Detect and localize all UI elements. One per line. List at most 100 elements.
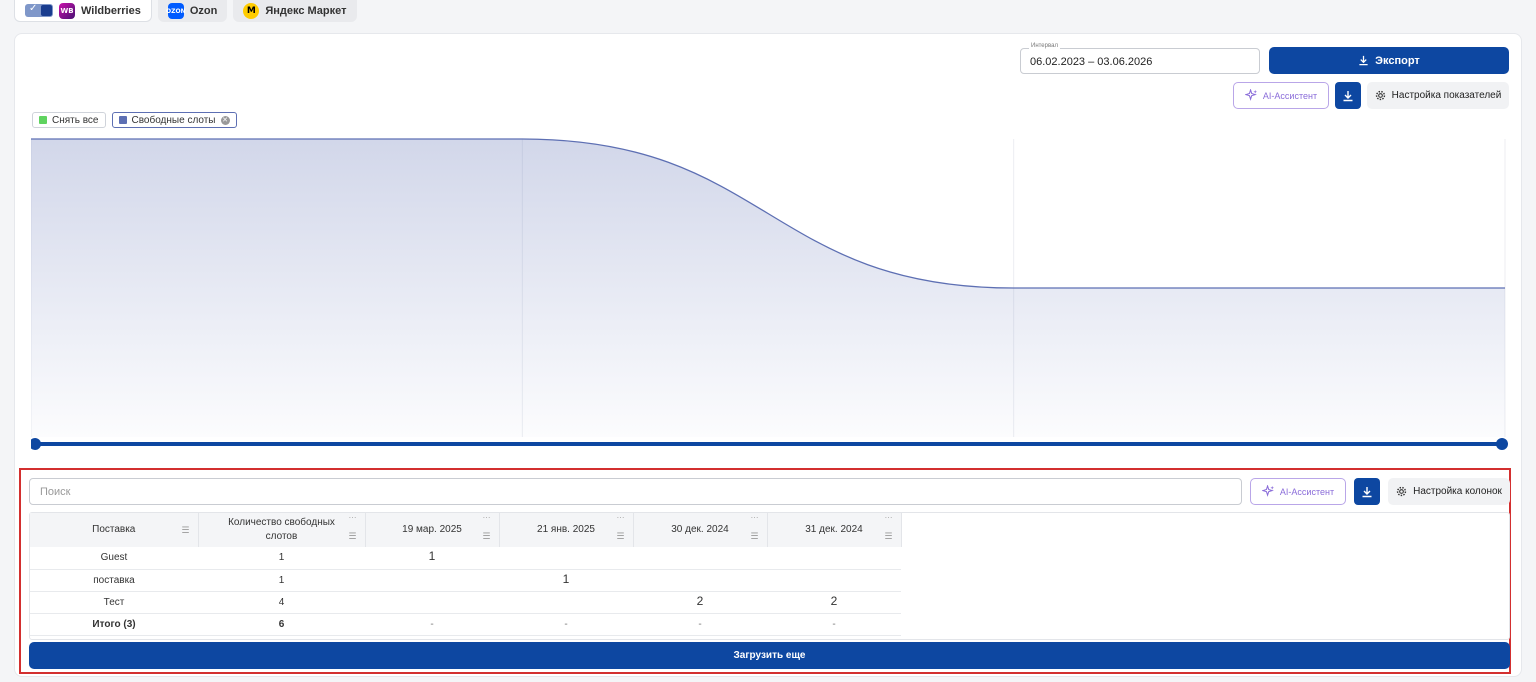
total-cell: - <box>365 613 499 636</box>
interval-field[interactable]: Интервал 06.02.2023 – 03.06.2026 <box>1020 43 1260 74</box>
table-row: Тест 4 2 2 <box>30 591 901 614</box>
column-menu-icon[interactable]: ☰ <box>750 532 758 541</box>
area-chart <box>31 138 1508 450</box>
export-label: Экспорт <box>1375 54 1420 67</box>
column-drag-icon[interactable]: ⋯ <box>349 514 357 522</box>
table-cell: Тест <box>30 591 198 614</box>
column-drag-icon[interactable]: ⋯ <box>483 514 491 522</box>
tab-yandex-market[interactable]: M Яндекс Маркет <box>233 0 357 22</box>
column-drag-icon[interactable]: ⋯ <box>751 514 759 522</box>
table-header-row: Поставка ☰ ⋯ Количество свободных слотов ☰ … <box>30 513 902 547</box>
series-swatch <box>118 116 127 124</box>
table-row: Guest 1 1 <box>30 547 901 570</box>
export-button[interactable]: Экспорт <box>1269 47 1509 74</box>
total-cell: Итого (3) <box>30 613 198 636</box>
close-icon[interactable]: ✕ <box>220 115 230 125</box>
column-settings-button[interactable]: Настройка колонок <box>1388 478 1510 505</box>
search-input[interactable]: Поиск <box>29 478 1242 505</box>
column-title: 30 дек. 2024 <box>671 524 729 535</box>
check-icon: ✓ <box>29 3 38 14</box>
table-cell: Guest <box>30 547 198 570</box>
column-drag-icon[interactable]: ⋯ <box>617 514 625 522</box>
metrics-settings-label: Настройка показателей <box>1391 90 1502 101</box>
tab-wildberries[interactable]: ✓ WB Wildberries <box>14 0 152 22</box>
table-cell: 2 <box>633 591 767 614</box>
clear-all-label: Снять все <box>52 114 99 126</box>
column-menu-icon[interactable]: ☰ <box>482 532 490 541</box>
download-icon <box>1362 486 1372 497</box>
column-title: 19 мар. 2025 <box>402 524 462 535</box>
ai-assistant-label: AI-Ассистент <box>1279 486 1335 497</box>
table-cell: 2 <box>767 591 901 614</box>
column-title: Количество свободных слотов <box>228 517 335 542</box>
ai-assistant-label: AI-Ассистент <box>1262 90 1318 101</box>
column-header[interactable]: ⋯ 19 мар. 2025 ☰ <box>365 513 500 547</box>
tab-ozon[interactable]: OZON Ozon <box>157 0 228 22</box>
column-menu-icon[interactable]: ☰ <box>181 526 189 535</box>
total-cell: - <box>499 613 633 636</box>
total-cell: - <box>767 613 901 636</box>
download-icon <box>1343 90 1353 101</box>
ozon-logo-icon: OZON <box>166 3 186 19</box>
range-slider-handle-end[interactable] <box>1496 438 1508 450</box>
column-header[interactable]: ⋯ 30 дек. 2024 ☰ <box>633 513 768 547</box>
column-title: 21 янв. 2025 <box>537 524 595 535</box>
table-cell: 1 <box>198 547 365 570</box>
table-cell <box>499 547 633 570</box>
range-slider-handle-start[interactable] <box>31 438 41 450</box>
sparkle-icon <box>1244 89 1257 101</box>
interval-label: Интервал <box>1029 43 1060 49</box>
table-cell: 1 <box>198 569 365 592</box>
data-table: Поставка ☰ ⋯ Количество свободных слотов ☰ … <box>30 513 902 636</box>
table-cell <box>767 547 901 570</box>
column-menu-icon[interactable]: ☰ <box>348 532 356 541</box>
total-cell: 6 <box>198 613 365 636</box>
table-download-button[interactable] <box>1354 478 1380 505</box>
download-icon <box>1359 55 1368 66</box>
total-cell: - <box>633 613 767 636</box>
download-button[interactable] <box>1335 82 1361 109</box>
table-row: поставка 1 1 <box>30 569 901 592</box>
ai-assistant-button[interactable]: AI-Ассистент <box>1233 82 1329 109</box>
clear-all-chip[interactable]: Снять все <box>32 112 106 128</box>
data-grid: Поставка ☰ ⋯ Количество свободных слотов ☰ … <box>29 512 1510 640</box>
column-drag-icon[interactable]: ⋯ <box>885 514 893 522</box>
column-header[interactable]: ⋯ 31 дек. 2024 ☰ <box>767 513 902 547</box>
load-more-button[interactable]: Загрузить еще <box>29 642 1510 669</box>
tab-label: Wildberries <box>81 4 141 17</box>
interval-value: 06.02.2023 – 03.06.2026 <box>1030 56 1153 68</box>
metrics-settings-button[interactable]: Настройка показателей <box>1367 82 1509 109</box>
table-cell <box>365 591 499 614</box>
gear-icon <box>1375 90 1385 101</box>
column-header[interactable]: ⋯ 21 янв. 2025 ☰ <box>499 513 634 547</box>
column-header[interactable]: Поставка ☰ <box>30 513 199 547</box>
table-cell: 1 <box>499 569 633 592</box>
table-section: Поиск AI-Ассистент Настройка колонок Пос… <box>19 468 1511 674</box>
column-menu-icon[interactable]: ☰ <box>616 532 624 541</box>
sparkle-icon <box>1261 485 1274 497</box>
table-cell: 4 <box>198 591 365 614</box>
yandex-market-logo-icon: M <box>243 3 260 19</box>
table-cell <box>499 591 633 614</box>
wildberries-logo-icon: WB <box>59 2 75 19</box>
gear-icon <box>1396 486 1407 497</box>
column-header[interactable]: ⋯ Количество свободных слотов ☰ <box>198 513 366 547</box>
marketplace-tabs: ✓ WB Wildberries OZON Ozon M Яндекс Марк… <box>14 0 357 22</box>
table-cell: поставка <box>30 569 198 592</box>
table-total-row: Итого (3) 6 - - - - <box>30 613 901 636</box>
column-title: Поставка <box>92 524 136 535</box>
table-cell <box>365 569 499 592</box>
tab-label: Яндекс Маркет <box>265 5 347 17</box>
table-cell <box>633 569 767 592</box>
column-menu-icon[interactable]: ☰ <box>884 532 892 541</box>
column-title: 31 дек. 2024 <box>805 524 863 535</box>
series-label: Свободные слоты <box>131 114 216 126</box>
toggle-switch[interactable]: ✓ <box>25 3 53 17</box>
series-chip[interactable]: Свободные слоты ✕ <box>111 112 237 128</box>
table-ai-assistant-button[interactable]: AI-Ассистент <box>1250 478 1346 505</box>
table-cell <box>633 547 767 570</box>
report-card: Интервал 06.02.2023 – 03.06.2026 Экспорт… <box>14 33 1522 677</box>
table-cell: 1 <box>365 547 499 570</box>
clear-all-swatch <box>39 116 47 124</box>
table-cell <box>767 569 901 592</box>
